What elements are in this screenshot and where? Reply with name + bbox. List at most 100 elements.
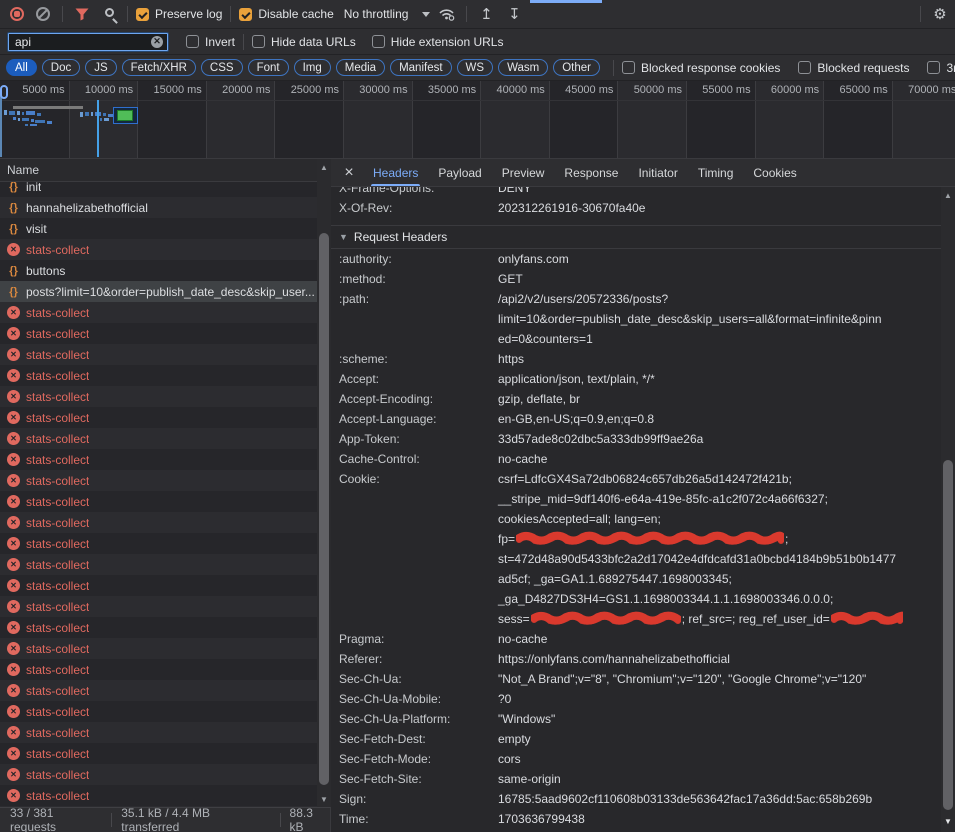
request-row[interactable]: {}visit xyxy=(0,218,330,239)
request-row-selected[interactable]: {}posts?limit=10&order=publish_date_desc… xyxy=(0,281,330,302)
blocked-response-cookies-checkbox[interactable]: Blocked response cookies xyxy=(622,61,780,75)
filter-pill-js[interactable]: JS xyxy=(85,59,116,76)
request-row[interactable]: ✕stats-collect xyxy=(0,407,330,428)
redaction-scribble xyxy=(531,611,681,626)
request-row[interactable]: ✕stats-collect xyxy=(0,596,330,617)
scroll-down-icon[interactable]: ▼ xyxy=(317,795,331,804)
request-row[interactable]: ✕stats-collect xyxy=(0,764,330,785)
tab-response[interactable]: Response xyxy=(554,159,628,186)
json-request-icon: {} xyxy=(7,202,20,214)
filter-input[interactable]: api ✕ xyxy=(8,33,168,51)
hide-extension-urls-checkbox[interactable]: Hide extension URLs xyxy=(372,35,504,49)
scrollbar-thumb[interactable] xyxy=(319,233,329,785)
header-value: https://onlyfans.com/hannahelizabethoffi… xyxy=(498,649,730,669)
request-row[interactable]: ✕stats-collect xyxy=(0,491,330,512)
tab-preview[interactable]: Preview xyxy=(492,159,555,186)
request-row[interactable]: ✕stats-collect xyxy=(0,743,330,764)
request-row[interactable]: ✕stats-collect xyxy=(0,239,330,260)
blocked-requests-checkbox[interactable]: Blocked requests xyxy=(798,61,909,75)
header-row: ad5cf; _ga=GA1.1.689275447.1698003345; xyxy=(331,569,941,589)
export-har-button[interactable]: ↧ xyxy=(503,3,525,25)
filter-pill-css[interactable]: CSS xyxy=(201,59,243,76)
requests-count: 33 / 381 requests xyxy=(10,806,102,832)
filter-toggle-button[interactable] xyxy=(71,3,93,25)
close-icon[interactable]: × xyxy=(339,164,359,182)
tab-payload[interactable]: Payload xyxy=(428,159,491,186)
request-row[interactable]: ✕stats-collect xyxy=(0,554,330,575)
filter-pill-ws[interactable]: WS xyxy=(457,59,494,76)
request-row[interactable]: ✕stats-collect xyxy=(0,722,330,743)
request-name: stats-collect xyxy=(26,684,89,698)
scroll-up-icon[interactable]: ▲ xyxy=(317,163,331,172)
search-button[interactable] xyxy=(97,3,119,25)
header-name: Sec-Ch-Ua: xyxy=(331,669,498,689)
request-name: visit xyxy=(26,222,47,236)
tab-timing[interactable]: Timing xyxy=(688,159,744,186)
clear-filter-icon[interactable]: ✕ xyxy=(151,36,163,48)
settings-button[interactable]: ⚙ xyxy=(929,3,951,25)
filter-pill-media[interactable]: Media xyxy=(336,59,385,76)
3rd-party-requests-checkbox[interactable]: 3rd-party requests xyxy=(927,61,955,75)
filter-pill-doc[interactable]: Doc xyxy=(42,59,80,76)
request-row[interactable]: ✕stats-collect xyxy=(0,386,330,407)
header-row: sess=; ref_src=; reg_ref_user_id= xyxy=(331,609,941,629)
waterfall-bar xyxy=(22,112,24,115)
request-row[interactable]: ✕stats-collect xyxy=(0,533,330,554)
request-row[interactable]: ✕stats-collect xyxy=(0,302,330,323)
disable-cache-checkbox[interactable]: Disable cache xyxy=(239,7,333,21)
scrollbar-thumb[interactable] xyxy=(943,460,953,810)
tab-initiator[interactable]: Initiator xyxy=(628,159,687,186)
request-row[interactable]: ✕stats-collect xyxy=(0,365,330,386)
throttling-dropdown[interactable]: No throttling xyxy=(344,7,437,21)
name-column-header[interactable]: Name xyxy=(0,159,331,182)
filter-pill-wasm[interactable]: Wasm xyxy=(498,59,548,76)
request-name: init xyxy=(26,182,41,194)
request-row[interactable]: ✕stats-collect xyxy=(0,701,330,722)
tab-cookies[interactable]: Cookies xyxy=(743,159,806,186)
request-row[interactable]: ✕stats-collect xyxy=(0,449,330,470)
request-list-scrollbar[interactable]: ▲ ▼ xyxy=(317,159,331,807)
request-row[interactable]: ✕stats-collect xyxy=(0,638,330,659)
request-row[interactable]: ✕stats-collect xyxy=(0,785,330,806)
details-scrollbar[interactable]: ▲ ▼ xyxy=(941,187,955,832)
request-row[interactable]: ✕stats-collect xyxy=(0,512,330,533)
request-row[interactable]: ✕stats-collect xyxy=(0,617,330,638)
request-row[interactable]: ✕stats-collect xyxy=(0,428,330,449)
status-bar: 33 / 381 requests 35.1 kB / 4.4 MB trans… xyxy=(0,807,331,832)
header-name: Accept-Language: xyxy=(331,409,498,429)
header-row: ed=0&counters=1 xyxy=(331,329,941,349)
request-row[interactable]: ✕stats-collect xyxy=(0,344,330,365)
request-row[interactable]: ✕stats-collect xyxy=(0,659,330,680)
import-har-button[interactable]: ↥ xyxy=(475,3,497,25)
preserve-log-checkbox[interactable]: Preserve log xyxy=(136,7,222,21)
clear-button[interactable] xyxy=(32,3,54,25)
tab-headers[interactable]: Headers xyxy=(363,159,428,186)
invert-checkbox[interactable]: Invert xyxy=(186,35,235,49)
failed-request-icon: ✕ xyxy=(7,390,20,403)
request-row[interactable]: {}init xyxy=(0,182,330,197)
request-row[interactable]: ✕stats-collect xyxy=(0,575,330,596)
hide-data-urls-checkbox[interactable]: Hide data URLs xyxy=(252,35,356,49)
network-conditions-button[interactable] xyxy=(436,3,458,25)
filter-pill-fetch-xhr[interactable]: Fetch/XHR xyxy=(122,59,196,76)
header-value: ad5cf; _ga=GA1.1.689275447.1698003345; xyxy=(498,569,732,589)
divider xyxy=(127,6,128,22)
request-row[interactable]: ✕stats-collect xyxy=(0,323,330,344)
filter-pill-img[interactable]: Img xyxy=(294,59,331,76)
request-row[interactable]: {}hannahelizabethofficial xyxy=(0,197,330,218)
request-headers-section-header[interactable]: ▼ Request Headers xyxy=(331,225,941,249)
filter-pill-font[interactable]: Font xyxy=(248,59,289,76)
filter-pill-other[interactable]: Other xyxy=(553,59,600,76)
filter-pill-manifest[interactable]: Manifest xyxy=(390,59,451,76)
divider xyxy=(230,6,231,22)
timeline-window-handle[interactable] xyxy=(0,85,8,99)
scroll-up-icon[interactable]: ▲ xyxy=(941,191,955,200)
filter-pill-all[interactable]: All xyxy=(6,59,37,76)
request-row[interactable]: ✕stats-collect xyxy=(0,470,330,491)
record-button[interactable] xyxy=(6,3,28,25)
scroll-down-icon[interactable]: ▼ xyxy=(941,817,955,826)
request-row[interactable]: ✕stats-collect xyxy=(0,680,330,701)
request-row[interactable]: {}buttons xyxy=(0,260,330,281)
header-value: "Not_A Brand";v="8", "Chromium";v="120",… xyxy=(498,669,866,689)
timeline-overview[interactable]: 5000 ms10000 ms15000 ms20000 ms25000 ms3… xyxy=(0,81,955,159)
